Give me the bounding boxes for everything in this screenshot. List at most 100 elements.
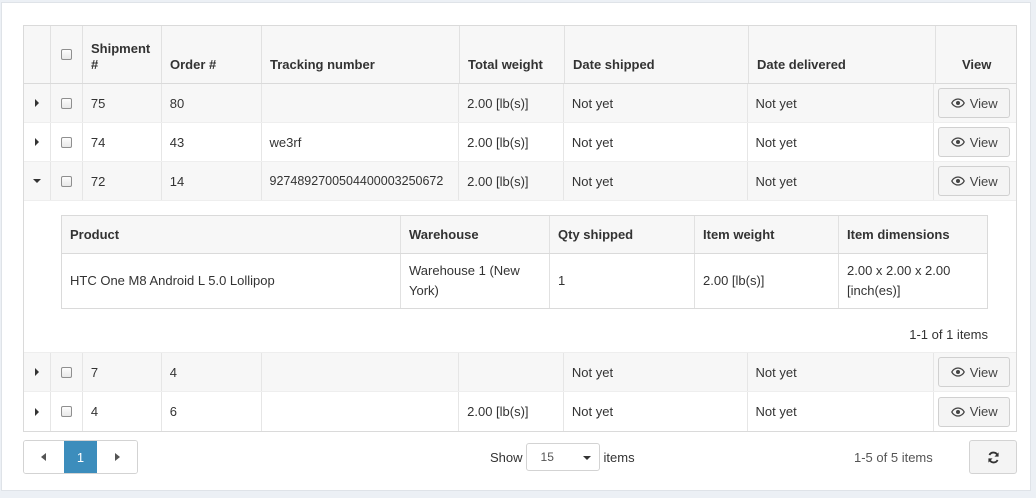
header-qty-shipped: Qty shipped [549, 216, 694, 253]
order-id: 4 [160, 353, 261, 391]
item-product: HTC One M8 Android L 5.0 Lollipop [70, 273, 275, 288]
row-select [49, 84, 82, 122]
date-shipped: Not yet [562, 392, 747, 431]
tracking-number [260, 84, 459, 122]
header-delivered[interactable]: Date delivered [748, 26, 935, 83]
date-shipped: Not yet [562, 353, 747, 391]
header-view-label: View [962, 57, 992, 72]
table-row: 75 80 2.00 [lb(s)] Not yet Not yet View [24, 84, 1016, 123]
header-weight[interactable]: Total weight [459, 26, 564, 83]
refresh-button[interactable] [969, 440, 1017, 474]
header-tracking[interactable]: Tracking number [261, 26, 459, 83]
item-warehouse: Warehouse 1 (New York) [400, 254, 549, 308]
order-id: 80 [160, 84, 261, 122]
page-size-select[interactable]: 15 [525, 443, 600, 471]
row-checkbox[interactable] [60, 97, 72, 109]
show-label: Show [490, 449, 523, 465]
expand-toggle[interactable] [24, 84, 50, 122]
order-id: 43 [160, 123, 261, 161]
view-cell: View [933, 162, 1016, 200]
tracking-number [260, 353, 459, 391]
view-cell: View [933, 353, 1016, 391]
view-button-label: View [969, 134, 998, 150]
header-shipped[interactable]: Date shipped [564, 26, 748, 83]
select-all-checkbox[interactable] [61, 49, 72, 60]
eye-icon [950, 176, 965, 186]
date-delivered: Not yet [746, 123, 934, 161]
date-shipped: Not yet [562, 84, 747, 122]
pager-info: 1-5 of 5 items [854, 450, 933, 465]
shipment-id: 74 [81, 123, 161, 161]
caret-left-icon [41, 453, 46, 461]
date-shipped: Not yet [562, 123, 747, 161]
shipment-id: 7 [81, 353, 161, 391]
total-weight: 2.00 [lb(s)] [458, 392, 563, 431]
row-select [49, 392, 82, 431]
chevron-down-icon [582, 456, 591, 460]
table-row: 74 43 we3rf 2.00 [lb(s)] Not yet Not yet… [24, 123, 1016, 162]
items-pager-info: 1-1 of 1 items [909, 327, 988, 342]
header-product: Product [70, 226, 120, 242]
current-page-button[interactable]: 1 [64, 441, 97, 473]
row-checkbox[interactable] [60, 175, 72, 187]
header-delivered-label: Date delivered [757, 57, 846, 72]
shipment-items-grid: Product Warehouse Qty shipped Item weigh… [61, 215, 988, 309]
view-cell: View [933, 392, 1016, 431]
date-delivered: Not yet [746, 392, 934, 431]
caret-right-icon [115, 453, 120, 461]
expand-toggle[interactable] [24, 353, 50, 391]
header-view: View [935, 26, 1016, 83]
refresh-icon [987, 451, 999, 463]
page-buttons: 1 [23, 440, 138, 474]
header-shipment-label: Shipment # [91, 41, 151, 72]
shipment-id: 75 [81, 84, 161, 122]
tracking-number [260, 392, 459, 431]
header-shipment[interactable]: Shipment # [82, 26, 161, 83]
shipments-grid: Shipment # Order # Tracking number Total… [23, 25, 1017, 432]
header-tracking-label: Tracking number [270, 57, 375, 72]
eye-icon [950, 367, 965, 377]
shipment-detail: Product Warehouse Qty shipped Item weigh… [24, 201, 1016, 353]
total-weight [458, 353, 563, 391]
order-id: 14 [160, 162, 261, 200]
view-button[interactable]: View [938, 88, 1011, 118]
header-item-weight: Item weight [694, 216, 838, 253]
view-button-label: View [969, 364, 998, 380]
view-cell: View [933, 123, 1016, 161]
grid-header: Shipment # Order # Tracking number Total… [24, 26, 1016, 84]
caret-down-icon [32, 179, 41, 183]
shipment-id: 72 [81, 162, 161, 200]
expand-toggle[interactable] [24, 392, 50, 431]
header-item-dimensions: Item dimensions [838, 216, 987, 253]
table-row: 4 6 2.00 [lb(s)] Not yet Not yet View [24, 392, 1016, 431]
view-button[interactable]: View [938, 166, 1011, 196]
row-checkbox[interactable] [60, 406, 72, 417]
table-row: 7 4 Not yet Not yet View [24, 353, 1016, 392]
view-button[interactable]: View [938, 357, 1011, 387]
header-order-label: Order # [170, 57, 217, 72]
expand-toggle[interactable] [24, 123, 50, 161]
item-dimensions: 2.00 x 2.00 x 2.00 [inch(es)] [838, 254, 987, 308]
page-size-value: 15 [540, 450, 554, 464]
item-qty: 1 [549, 254, 694, 308]
table-row-expanded: 72 14 9274892700504400003250672 2.00 [lb… [24, 162, 1016, 201]
view-button-label: View [969, 404, 998, 419]
date-delivered: Not yet [746, 353, 934, 391]
view-cell: View [933, 84, 1016, 122]
row-checkbox[interactable] [60, 366, 72, 378]
caret-right-icon [34, 99, 39, 107]
next-page-button[interactable] [97, 441, 137, 473]
view-button[interactable]: View [938, 396, 1011, 427]
header-weight-label: Total weight [468, 57, 543, 72]
prev-page-button[interactable] [24, 441, 64, 473]
date-delivered: Not yet [746, 84, 934, 122]
view-button[interactable]: View [938, 127, 1011, 157]
row-select [49, 353, 82, 391]
eye-icon [950, 137, 965, 147]
order-id: 6 [160, 392, 261, 431]
grid-pager: 1 Show 15 items 1-5 of 5 items [23, 440, 1017, 474]
date-delivered: Not yet [746, 162, 934, 200]
header-order[interactable]: Order # [161, 26, 261, 83]
collapse-toggle[interactable] [24, 162, 50, 200]
row-checkbox[interactable] [60, 136, 72, 148]
